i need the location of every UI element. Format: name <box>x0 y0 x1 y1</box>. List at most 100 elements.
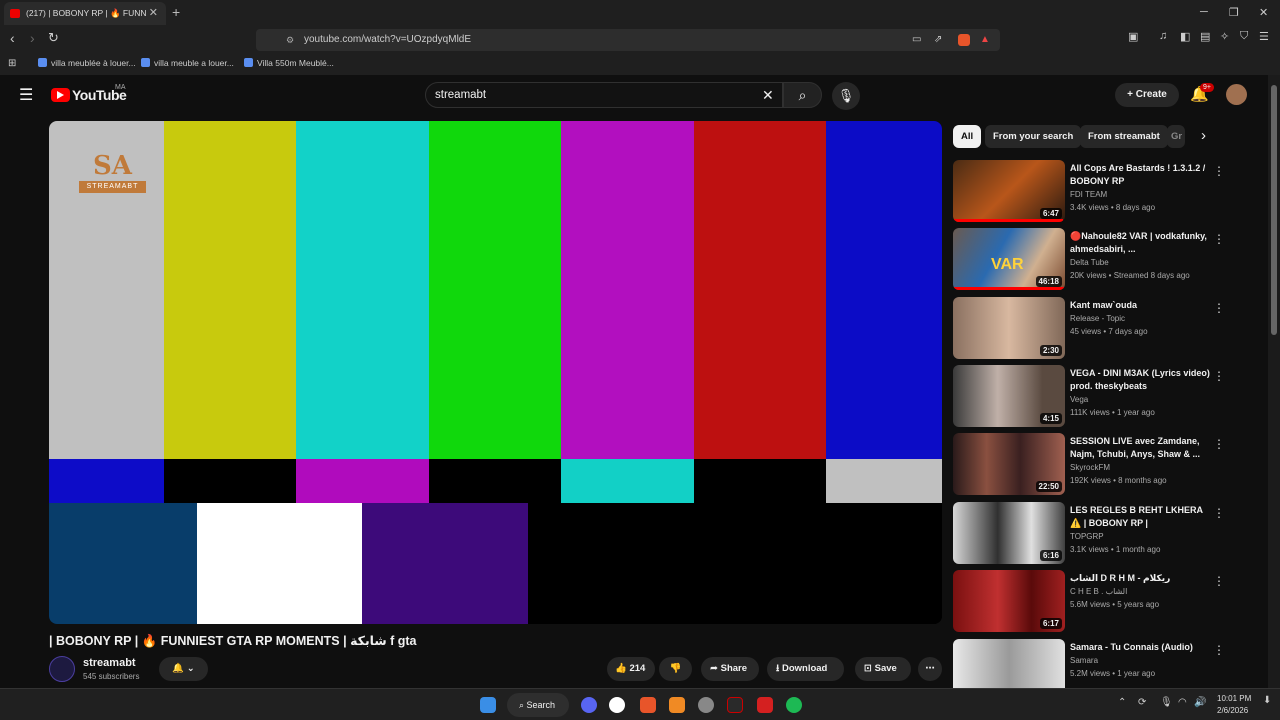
more-icon: ⋯ <box>925 663 935 674</box>
bookmark-item[interactable]: villa meublée à louer... <box>38 58 136 68</box>
minimize-icon[interactable]: ─ <box>1200 6 1208 18</box>
dislike-button[interactable]: 👎 <box>659 657 692 681</box>
brave-icon[interactable] <box>640 697 656 713</box>
more-vert-icon[interactable]: ⋮ <box>1213 643 1225 657</box>
more-vert-icon[interactable]: ⋮ <box>1213 574 1225 588</box>
recommendation-item[interactable]: Samara - Tu Connais (Audio) Samara 5.2M … <box>953 639 1253 688</box>
windows-start-icon[interactable] <box>480 697 496 713</box>
brave-shield-icon[interactable] <box>958 34 970 46</box>
recommendation-item[interactable]: 4:15 VEGA - DINI M3AK (Lyrics video) pro… <box>953 365 1253 429</box>
new-tab-icon[interactable]: + <box>172 4 180 20</box>
bookmark-item[interactable]: Villa 550m Meublé... <box>244 58 334 68</box>
video-thumbnail: 22:50 <box>953 433 1065 495</box>
var-text-icon: VAR <box>991 256 1024 273</box>
discord-icon[interactable] <box>581 697 597 713</box>
recommendation-meta: 3.1K views • 1 month ago <box>1070 545 1161 554</box>
app-red-icon[interactable] <box>757 697 773 713</box>
recommendation-item[interactable]: 6:47 All Cops Are Bastards ! 1.3.1.2 / B… <box>953 160 1253 224</box>
bar-low-white <box>197 503 362 624</box>
video-title: | BOBONY RP | 🔥 FUNNIEST GTA RP MOMENTS … <box>49 634 417 648</box>
back-icon[interactable]: ‹ <box>10 30 15 46</box>
recommendation-meta: 111K views • 1 year ago <box>1070 408 1155 417</box>
clear-search-icon[interactable]: ✕ <box>762 83 774 107</box>
vpn-icon[interactable]: ⛉ <box>1240 30 1248 43</box>
cast-icon[interactable]: ▭ <box>912 29 921 51</box>
mic-tray-icon[interactable]: 🎙 <box>1160 697 1173 708</box>
forward-icon[interactable]: › <box>30 30 35 46</box>
share-page-icon[interactable]: ⇗ <box>934 29 942 51</box>
youtube-favicon-icon <box>10 9 20 18</box>
rewards-icon[interactable]: ▲ <box>980 29 990 51</box>
clock-date[interactable]: 2/6/2026 <box>1217 706 1248 715</box>
recommendation-item[interactable]: 22:50 SESSION LIVE avec Zamdane, Najm, T… <box>953 433 1253 497</box>
voice-search-button[interactable]: 🎙 <box>832 82 860 110</box>
chevron-right-icon[interactable]: › <box>1201 127 1206 144</box>
wifi-icon[interactable]: ◠ <box>1178 697 1187 708</box>
clock-time[interactable]: 10:01 PM <box>1217 694 1251 703</box>
more-vert-icon[interactable]: ⋮ <box>1213 506 1225 520</box>
search-button[interactable]: ⌕ <box>783 82 822 108</box>
video-player[interactable]: SA STREAMABT <box>49 121 942 624</box>
music-icon[interactable]: ♫ <box>1159 30 1167 42</box>
like-button[interactable]: 👍 214 <box>607 657 655 681</box>
share-button[interactable]: ➦ Share <box>701 657 759 681</box>
app-a-icon[interactable] <box>669 697 685 713</box>
chip-from-search[interactable]: From your search <box>985 125 1082 148</box>
microphone-icon: 🎙 <box>837 88 855 103</box>
more-vert-icon[interactable]: ⋮ <box>1213 164 1225 178</box>
sync-icon[interactable]: ⟳ <box>1138 697 1146 708</box>
leo-icon[interactable]: ✧ <box>1220 30 1229 43</box>
recommendation-channel: C H E B . الشاب <box>1070 587 1128 596</box>
avatar[interactable] <box>1226 84 1247 105</box>
chip-all[interactable]: All <box>953 125 982 148</box>
recommendation-item[interactable]: 2:30 Kant maw`ouda Release - Topic 45 vi… <box>953 297 1253 361</box>
bookmark-favicon-icon <box>244 58 253 67</box>
apps-grid-icon[interactable]: ⊞ <box>8 58 16 69</box>
chevron-up-icon[interactable]: ⌃ <box>1118 697 1126 708</box>
menu-icon[interactable]: ☰ <box>1259 30 1269 43</box>
page-scrollbar[interactable] <box>1268 75 1280 688</box>
app-m-icon[interactable] <box>727 697 743 713</box>
taskbar-search[interactable]: ⌕ Search <box>507 693 569 717</box>
wallet-icon[interactable]: ▤ <box>1200 30 1210 43</box>
close-tab-icon[interactable]: ✕ <box>149 2 158 25</box>
duration-badge: 22:50 <box>1035 481 1062 492</box>
address-bar[interactable]: youtube.com/watch?v=UOzpdyqMldE ⚙ ▭ ⇗ ▲ <box>256 29 1000 51</box>
search-input[interactable]: streamabt ✕ <box>425 82 783 108</box>
github-icon[interactable] <box>609 697 625 713</box>
spotify-icon[interactable] <box>786 697 802 713</box>
channel-name[interactable]: streamabt <box>83 657 136 669</box>
sidebar-icon[interactable]: ▣ <box>1128 30 1138 43</box>
site-info-icon[interactable]: ⚙ <box>286 29 294 51</box>
recommendation-item[interactable]: 6:16 LES REGLES B REHT LKHERA ⚠️ | BOBON… <box>953 502 1253 566</box>
more-vert-icon[interactable]: ⋮ <box>1213 437 1225 451</box>
download-button[interactable]: ⭳ Download <box>767 657 844 681</box>
more-vert-icon[interactable]: ⋮ <box>1213 301 1225 315</box>
channel-avatar[interactable] <box>49 656 75 682</box>
create-button[interactable]: + Create <box>1115 83 1179 107</box>
close-window-icon[interactable]: ✕ <box>1259 6 1268 19</box>
more-actions-button[interactable]: ⋯ <box>918 657 942 681</box>
subscribed-button[interactable]: 🔔 ⌄ <box>159 657 208 681</box>
more-vert-icon[interactable]: ⋮ <box>1213 232 1225 246</box>
notification-center-icon[interactable]: ⬇ <box>1263 695 1271 706</box>
volume-icon[interactable]: 🔊 <box>1194 697 1206 708</box>
chip-from-channel[interactable]: From streamabt <box>1080 125 1168 148</box>
bookmark-item[interactable]: villa meuble a louer... <box>141 58 234 68</box>
recommendation-item[interactable]: VAR 46:18 🔴Nahoule82 VAR | vodkafunky, a… <box>953 228 1253 292</box>
reload-icon[interactable]: ↻ <box>48 30 59 46</box>
chip-more[interactable]: Gr <box>1167 125 1185 148</box>
app-circle-icon[interactable] <box>698 697 714 713</box>
video-thumbnail: 6:47 <box>953 160 1065 222</box>
hamburger-menu-icon[interactable]: ☰ <box>19 85 33 105</box>
panel-icon[interactable]: ◧ <box>1180 30 1190 43</box>
notification-badge: 9+ <box>1200 83 1214 92</box>
recommendation-item[interactable]: 6:17 الشاب D R H M - ريكلام C H E B . ال… <box>953 570 1253 634</box>
windows-taskbar: ⌕ Search ⌃ ⟳ 🎙 ◠ 🔊 10:01 PM 2/6/2026 ⬇ <box>0 688 1280 720</box>
save-button[interactable]: ⊡ Save <box>855 657 911 681</box>
more-vert-icon[interactable]: ⋮ <box>1213 369 1225 383</box>
browser-tab[interactable]: (217) | BOBONY RP | 🔥 FUNN ✕ <box>4 2 166 25</box>
scrollbar-thumb[interactable] <box>1271 85 1277 335</box>
maximize-icon[interactable]: ❐ <box>1229 6 1239 19</box>
duration-badge: 6:16 <box>1039 550 1062 561</box>
